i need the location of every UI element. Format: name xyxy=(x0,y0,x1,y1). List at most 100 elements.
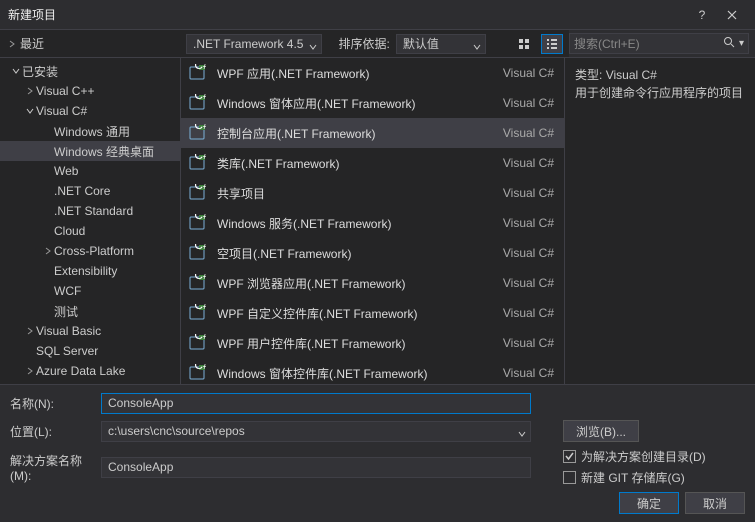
svg-text:C#: C# xyxy=(194,184,206,192)
location-input[interactable]: c:\users\cnc\source\repos xyxy=(101,421,531,442)
tree-node[interactable]: Visual C# xyxy=(0,101,180,121)
template-name: 控制台应用(.NET Framework) xyxy=(217,125,493,142)
tree-node[interactable]: SQL Server xyxy=(0,341,180,361)
template-name: Windows 窗体控件库(.NET Framework) xyxy=(217,365,493,382)
name-input[interactable]: ConsoleApp xyxy=(101,393,531,414)
svg-text:C#: C# xyxy=(194,304,206,312)
template-name: 共享项目 xyxy=(217,185,493,202)
template-icon: C# xyxy=(187,363,207,383)
svg-text:C#: C# xyxy=(194,244,206,252)
template-lang: Visual C# xyxy=(503,306,554,320)
svg-text:C#: C# xyxy=(194,124,206,132)
detail-panel: 类型: Visual C# 用于创建命令行应用程序的项目 xyxy=(565,58,755,384)
help-button[interactable]: ? xyxy=(687,2,717,28)
cancel-button[interactable]: 取消 xyxy=(685,492,745,514)
framework-combo[interactable]: .NET Framework 4.5 xyxy=(186,34,322,54)
tree-node[interactable]: Azure Data Lake xyxy=(0,361,180,381)
template-item[interactable]: C# Windows 窗体控件库(.NET Framework) Visual C# xyxy=(181,358,564,384)
create-dir-checkbox[interactable] xyxy=(563,450,576,463)
category-tree: 已安装 Visual C++Visual C#Windows 通用Windows… xyxy=(0,58,180,384)
close-button[interactable] xyxy=(717,2,747,28)
sort-combo[interactable]: 默认值 xyxy=(396,34,486,54)
tree-node[interactable]: Cross-Platform xyxy=(0,241,180,261)
template-item[interactable]: C#WPF 用户控件库(.NET Framework)Visual C# xyxy=(181,328,564,358)
template-name: WPF 应用(.NET Framework) xyxy=(217,65,493,82)
template-icon: C# xyxy=(187,153,207,173)
template-item[interactable]: C# Windows 服务(.NET Framework) Visual C# xyxy=(181,208,564,238)
template-icon: C# xyxy=(187,273,207,293)
tree-node[interactable]: Visual C++ xyxy=(0,81,180,101)
template-icon: C# xyxy=(187,303,207,323)
browse-button[interactable]: 浏览(B)... xyxy=(563,420,639,442)
template-lang: Visual C# xyxy=(503,246,554,260)
tree-node[interactable]: Visual Basic xyxy=(0,321,180,341)
template-item[interactable]: C# 空项目(.NET Framework) Visual C# xyxy=(181,238,564,268)
template-lang: Visual C# xyxy=(503,66,554,80)
view-list-icon[interactable] xyxy=(541,34,563,54)
template-lang: Visual C# xyxy=(503,336,554,350)
svg-text:C#: C# xyxy=(194,334,206,342)
template-item[interactable]: C# WPF 应用(.NET Framework) Visual C# xyxy=(181,58,564,88)
template-lang: Visual C# xyxy=(503,126,554,140)
template-lang: Visual C# xyxy=(503,276,554,290)
search-input[interactable]: 搜索(Ctrl+E) ▾ xyxy=(569,33,749,54)
view-tiles-icon[interactable] xyxy=(513,34,535,54)
location-label: 位置(L): xyxy=(10,423,95,440)
solution-name-label: 解决方案名称(M): xyxy=(10,452,95,483)
template-icon: C# xyxy=(187,183,207,203)
template-icon: C# xyxy=(187,213,207,233)
tree-node[interactable]: Windows 经典桌面 xyxy=(0,141,180,161)
search-icon xyxy=(723,36,735,51)
template-name: WPF 自定义控件库(.NET Framework) xyxy=(217,305,493,322)
svg-text:C#: C# xyxy=(194,94,206,102)
svg-text:C#: C# xyxy=(194,274,206,282)
template-icon: C# xyxy=(187,93,207,113)
template-item[interactable]: C# 类库(.NET Framework) Visual C# xyxy=(181,148,564,178)
template-name: Windows 窗体应用(.NET Framework) xyxy=(217,95,493,112)
tree-node[interactable]: WCF xyxy=(0,281,180,301)
template-lang: Visual C# xyxy=(503,96,554,110)
installed-header[interactable]: 已安装 xyxy=(0,61,180,81)
template-icon: C# xyxy=(187,243,207,263)
search-dropdown-icon[interactable]: ▾ xyxy=(739,38,744,49)
template-description: 用于创建命令行应用程序的项目 xyxy=(575,84,745,102)
template-lang: Visual C# xyxy=(503,186,554,200)
tree-node[interactable]: Web xyxy=(0,161,180,181)
solution-name-input[interactable]: ConsoleApp xyxy=(101,457,531,478)
recent-header[interactable]: 最近 xyxy=(0,30,180,57)
dialog-title: 新建项目 xyxy=(8,6,687,23)
svg-text:C#: C# xyxy=(194,154,206,162)
template-name: 空项目(.NET Framework) xyxy=(217,245,493,262)
svg-text:C#: C# xyxy=(194,64,206,72)
tree-node[interactable]: .NET Standard xyxy=(0,201,180,221)
template-item[interactable]: C# WPF 浏览器应用(.NET Framework) Visual C# xyxy=(181,268,564,298)
template-item[interactable]: C# 控制台应用(.NET Framework) Visual C# xyxy=(181,118,564,148)
template-icon: C# xyxy=(187,123,207,143)
recent-label: 最近 xyxy=(20,35,44,52)
template-icon: C# xyxy=(187,63,207,83)
git-repo-checkbox[interactable] xyxy=(563,471,576,484)
tree-node[interactable]: .NET Core xyxy=(0,181,180,201)
ok-button[interactable]: 确定 xyxy=(619,492,679,514)
template-item[interactable]: C# WPF 自定义控件库(.NET Framework) Visual C# xyxy=(181,298,564,328)
template-name: 类库(.NET Framework) xyxy=(217,155,493,172)
sort-label: 排序依据: xyxy=(338,35,389,52)
template-list: C# WPF 应用(.NET Framework) Visual C# C# Windo… xyxy=(180,58,565,384)
template-lang: Visual C# xyxy=(503,216,554,230)
template-item[interactable]: C# 共享项目 Visual C# xyxy=(181,178,564,208)
template-lang: Visual C# xyxy=(503,366,554,380)
template-lang: Visual C# xyxy=(503,156,554,170)
template-name: WPF 浏览器应用(.NET Framework) xyxy=(217,275,493,292)
tree-node[interactable]: Windows 通用 xyxy=(0,121,180,141)
tree-node[interactable]: 测试 xyxy=(0,301,180,321)
tree-node[interactable]: Extensibility xyxy=(0,261,180,281)
template-item[interactable]: C# Windows 窗体应用(.NET Framework) Visual C# xyxy=(181,88,564,118)
svg-text:C#: C# xyxy=(194,364,206,372)
titlebar: 新建项目 ? xyxy=(0,0,755,30)
template-name: Windows 服务(.NET Framework) xyxy=(217,215,493,232)
tree-node[interactable]: Cloud xyxy=(0,221,180,241)
chevron-down-icon xyxy=(518,427,526,441)
toolbar: 最近 .NET Framework 4.5 排序依据: 默认值 搜索(Ctrl+… xyxy=(0,30,755,58)
template-icon: C# xyxy=(187,333,207,353)
bottom-panel: 名称(N): ConsoleApp 位置(L): c:\users\cnc\so… xyxy=(0,384,755,522)
